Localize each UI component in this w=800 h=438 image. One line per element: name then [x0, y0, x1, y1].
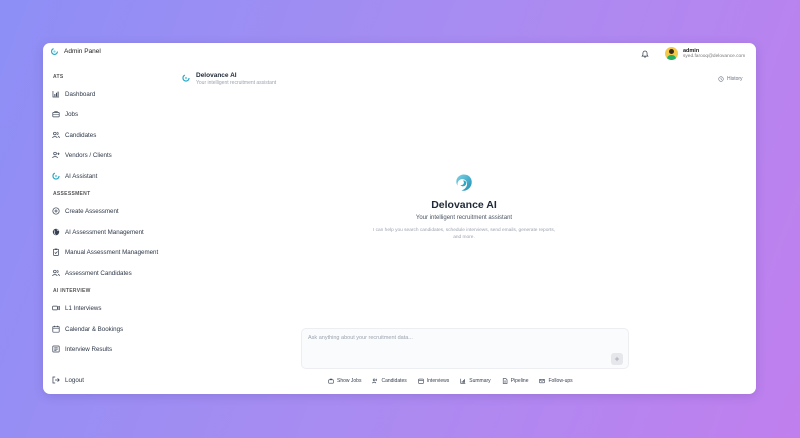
plus-circle-icon	[52, 207, 60, 215]
quick-action-candidates[interactable]: Candidates	[372, 378, 407, 384]
welcome-description: I can help you search candidates, schedu…	[372, 228, 556, 240]
sidebar: ATS Dashboard Jobs Candidates Vendors / …	[43, 65, 168, 394]
mail-icon	[539, 379, 546, 384]
welcome-title: Delovance AI	[431, 199, 497, 211]
logout-button[interactable]: Logout	[52, 375, 84, 385]
avatar	[665, 47, 678, 60]
chat-header: Delovance AI Your intelligent recruitmen…	[182, 72, 276, 86]
sidebar-item-label: Assessment Candidates	[65, 269, 132, 277]
history-label: History	[727, 76, 743, 82]
users-icon	[372, 378, 378, 384]
sidebar-item-create-assessment[interactable]: Create Assessment	[52, 206, 119, 216]
sidebar-item-dashboard[interactable]: Dashboard	[52, 89, 95, 99]
user-menu[interactable]: admin syed.farooq@delovance.com	[665, 47, 745, 60]
brand[interactable]: Admin Panel	[51, 48, 101, 55]
app-window: Admin Panel admin syed.farooq@delovance.…	[43, 43, 756, 394]
sidebar-item-manual-assessment-management[interactable]: Manual Assessment Management	[52, 247, 158, 257]
top-bar: Admin Panel admin syed.farooq@delovance.…	[43, 43, 756, 65]
clipboard-icon	[53, 248, 59, 256]
quick-action-interviews[interactable]: Interviews	[418, 378, 450, 384]
quick-action-show-jobs[interactable]: Show Jobs	[328, 378, 361, 384]
calendar-icon	[418, 378, 424, 384]
sidebar-item-interview-results[interactable]: Interview Results	[52, 344, 112, 354]
globe-icon	[52, 228, 60, 236]
sidebar-item-label: Jobs	[65, 110, 79, 118]
calendar-icon	[52, 325, 60, 333]
sidebar-item-label: Calendar & Bookings	[65, 325, 124, 333]
welcome-panel: Delovance AI Your intelligent recruitmen…	[343, 173, 585, 241]
chart-icon	[52, 90, 60, 98]
sidebar-item-label: L1 Interviews	[65, 304, 102, 312]
delovance-logo-icon	[456, 174, 472, 191]
sidebar-item-label: Manual Assessment Management	[65, 248, 159, 256]
sidebar-item-calendar-bookings[interactable]: Calendar & Bookings	[52, 324, 123, 334]
sidebar-item-label: Create Assessment	[65, 207, 119, 215]
sidebar-item-ai-assistant[interactable]: AI Assistant	[52, 171, 97, 181]
quick-actions: Show Jobs Candidates Interviews Summary	[328, 378, 573, 384]
document-icon	[502, 378, 508, 384]
sidebar-item-l1-interviews[interactable]: L1 Interviews	[52, 303, 101, 313]
plus-icon	[614, 356, 620, 362]
sidebar-item-vendors-clients[interactable]: Vendors / Clients	[52, 150, 112, 160]
video-icon	[52, 305, 60, 311]
results-icon	[52, 345, 60, 353]
welcome-subtitle: Your intelligent recruitment assistant	[415, 215, 513, 221]
sidebar-item-label: Vendors / Clients	[65, 151, 112, 159]
sidebar-item-candidates[interactable]: Candidates	[52, 130, 96, 140]
quick-action-label: Candidates	[381, 378, 407, 384]
chat-input-box	[301, 328, 629, 369]
quick-action-label: Follow-ups	[548, 378, 573, 384]
sidebar-item-label: Candidates	[65, 131, 97, 139]
logout-label: Logout	[65, 376, 84, 384]
history-icon	[718, 76, 724, 82]
briefcase-icon	[328, 378, 334, 384]
bell-icon[interactable]	[641, 50, 649, 58]
section-ai-interview: AI INTERVIEW	[53, 288, 91, 294]
sidebar-item-label: Interview Results	[65, 345, 113, 353]
section-ats: ATS	[53, 74, 64, 80]
chat-title: Delovance AI	[196, 72, 237, 79]
sidebar-item-ai-assessment-management[interactable]: AI Assessment Management	[52, 227, 144, 237]
logout-icon	[52, 376, 60, 384]
users-icon	[52, 131, 60, 139]
quick-action-summary[interactable]: Summary	[460, 378, 491, 384]
app-title: Admin Panel	[64, 48, 101, 55]
section-assessment: ASSESSMENT	[53, 191, 91, 197]
quick-action-label: Summary	[469, 378, 491, 384]
user-email: syed.farooq@delovance.com	[683, 54, 746, 59]
ai-logo-icon	[52, 172, 60, 180]
history-button[interactable]: History	[718, 76, 743, 82]
ai-logo-icon	[182, 74, 190, 82]
chat-subtitle: Your intelligent recruitment assistant	[196, 80, 277, 86]
sidebar-item-label: Dashboard	[65, 90, 96, 98]
sidebar-item-label: AI Assistant	[65, 172, 98, 180]
send-button[interactable]	[611, 353, 623, 365]
briefcase-icon	[52, 111, 60, 118]
sidebar-item-assessment-candidates[interactable]: Assessment Candidates	[52, 268, 132, 278]
quick-action-follow-ups[interactable]: Follow-ups	[539, 378, 573, 384]
sidebar-item-jobs[interactable]: Jobs	[52, 109, 78, 119]
quick-action-label: Interviews	[426, 378, 450, 384]
ai-logo-icon	[51, 48, 58, 55]
chat-input[interactable]	[308, 333, 598, 343]
quick-action-pipeline[interactable]: Pipeline	[502, 378, 529, 384]
user-plus-icon	[52, 151, 60, 159]
sidebar-item-label: AI Assessment Management	[65, 228, 144, 236]
quick-action-label: Show Jobs	[337, 378, 362, 384]
quick-action-label: Pipeline	[510, 378, 529, 384]
bar-chart-icon	[460, 378, 466, 384]
users-icon	[52, 269, 60, 277]
